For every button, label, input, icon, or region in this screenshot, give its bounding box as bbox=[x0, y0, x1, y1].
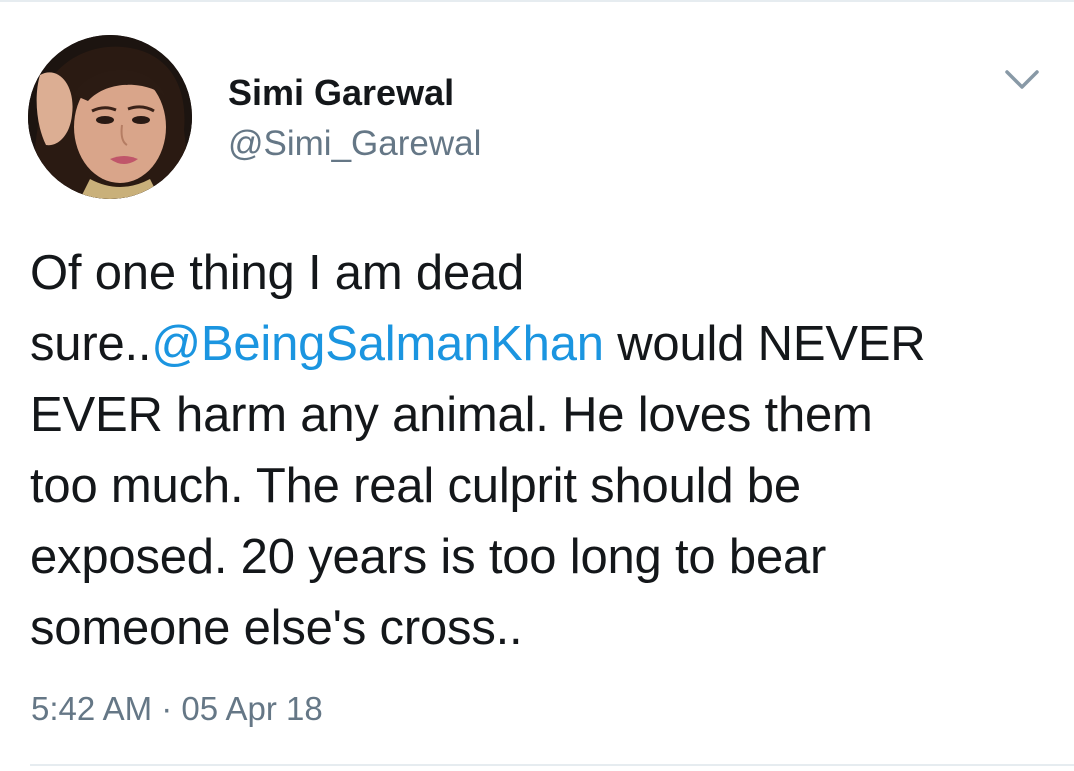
tweet-text-segment: Of one thing I am dead bbox=[30, 246, 525, 300]
tweet-menu-button[interactable] bbox=[1000, 62, 1044, 98]
tweet-text-line: someone else's cross.. bbox=[30, 593, 1050, 664]
tweet-text-line: EVER harm any animal. He loves them bbox=[30, 380, 1050, 451]
tweet-timestamp[interactable]: 5:42 AM · 05 Apr 18 bbox=[31, 688, 323, 730]
tweet-text-segment: someone else's cross.. bbox=[30, 601, 523, 655]
tweet-text: Of one thing I am dead sure..@BeingSalman… bbox=[30, 238, 1050, 664]
tweet-text-segment: EVER harm any animal. He loves them bbox=[30, 388, 873, 442]
tweet-text-segment: sure.. bbox=[30, 317, 152, 371]
top-divider bbox=[0, 0, 1074, 2]
author-handle[interactable]: @Simi_Garewal bbox=[228, 123, 481, 165]
tweet-text-line: exposed. 20 years is too long to bear bbox=[30, 522, 1050, 593]
tweet-text-line: sure..@BeingSalmanKhan would NEVER bbox=[30, 309, 1050, 380]
chevron-down-icon bbox=[1005, 70, 1039, 89]
tweet-text-line: too much. The real culprit should be bbox=[30, 451, 1050, 522]
mention-link[interactable]: @BeingSalmanKhan bbox=[151, 317, 604, 371]
tweet-text-line: Of one thing I am dead bbox=[30, 238, 1050, 309]
tweet-text-segment: would NEVER bbox=[603, 317, 926, 371]
avatar[interactable] bbox=[28, 35, 192, 199]
author-display-name[interactable]: Simi Garewal bbox=[228, 72, 454, 114]
tweet-text-segment: too much. The real culprit should be bbox=[30, 459, 801, 513]
profile-photo bbox=[28, 35, 192, 199]
bottom-divider bbox=[30, 764, 1074, 766]
tweet-text-segment: exposed. 20 years is too long to bear bbox=[30, 530, 827, 584]
